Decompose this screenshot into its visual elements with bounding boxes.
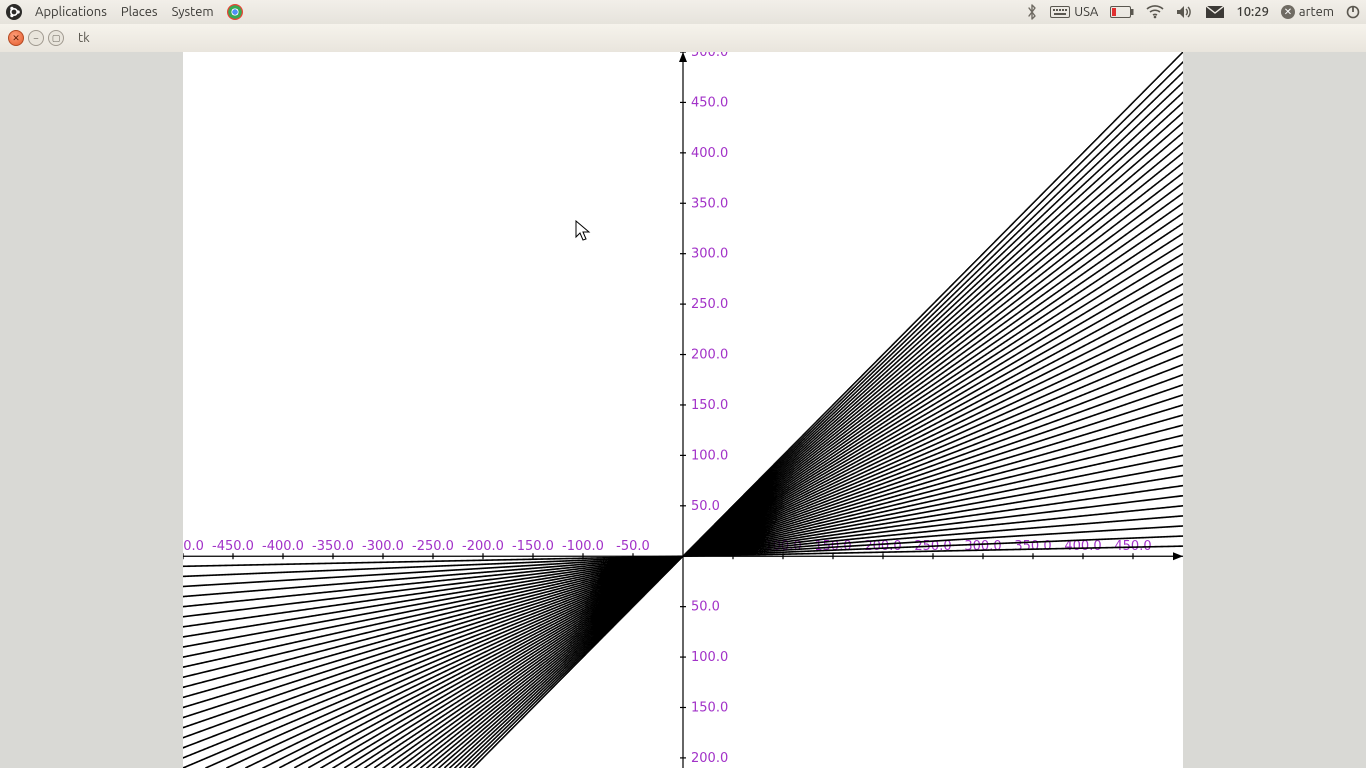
- svg-text:500.0: 500.0: [691, 52, 728, 60]
- wifi-icon[interactable]: [1146, 5, 1164, 19]
- svg-text:-200.0: -200.0: [462, 539, 504, 554]
- chrome-icon[interactable]: [221, 4, 243, 20]
- svg-text:300.0: 300.0: [964, 539, 1001, 554]
- window-maximize-button[interactable]: ▢: [48, 30, 64, 46]
- menu-system[interactable]: System: [165, 5, 221, 19]
- mail-icon[interactable]: [1206, 6, 1224, 18]
- user-status-icon: ✕: [1281, 5, 1295, 19]
- window-close-button[interactable]: ✕: [8, 30, 24, 46]
- bluetooth-icon[interactable]: [1026, 4, 1038, 20]
- svg-text:-100.0: -100.0: [562, 539, 604, 554]
- svg-text:100.0: 100.0: [691, 650, 728, 665]
- svg-text:200.0: 200.0: [691, 348, 728, 363]
- user-name-label: artem: [1299, 5, 1334, 19]
- svg-text:300.0: 300.0: [691, 247, 728, 262]
- svg-text:450.0: 450.0: [691, 95, 728, 110]
- svg-text:-350.0: -350.0: [312, 539, 354, 554]
- ubuntu-logo-icon[interactable]: [6, 4, 22, 20]
- svg-text:200.0: 200.0: [691, 751, 728, 766]
- svg-text:150.0: 150.0: [691, 700, 728, 715]
- svg-text:100.0: 100.0: [691, 448, 728, 463]
- user-menu[interactable]: ✕ artem: [1281, 5, 1334, 19]
- keyboard-layout-indicator[interactable]: USA: [1050, 5, 1098, 19]
- svg-text:-150.0: -150.0: [512, 539, 554, 554]
- svg-text:400.0: 400.0: [691, 146, 728, 161]
- svg-text:-450.0: -450.0: [212, 539, 254, 554]
- svg-text:-50.0: -50.0: [616, 539, 650, 554]
- window-title: tk: [78, 31, 90, 45]
- svg-text:150.0: 150.0: [691, 398, 728, 413]
- workspace: -500.0 -450.0 -400.0 -350.0 -300.0 -250.0 -200…: [0, 52, 1366, 768]
- battery-icon[interactable]: [1110, 6, 1134, 18]
- window-minimize-button[interactable]: –: [28, 30, 44, 46]
- svg-text:50.0: 50.0: [691, 600, 720, 615]
- window-titlebar[interactable]: ✕ – ▢ tk: [0, 24, 1366, 53]
- clock[interactable]: 10:29: [1236, 5, 1269, 19]
- top-panel: Applications Places System USA 10:29 ✕ a…: [0, 0, 1366, 25]
- svg-text:-500.0: -500.0: [183, 539, 204, 554]
- svg-text:-250.0: -250.0: [412, 539, 454, 554]
- svg-text:-400.0: -400.0: [262, 539, 304, 554]
- menu-places[interactable]: Places: [114, 5, 165, 19]
- svg-text:250.0: 250.0: [691, 297, 728, 312]
- svg-text:50.0: 50.0: [691, 499, 720, 514]
- svg-text:350.0: 350.0: [691, 196, 728, 211]
- keyboard-layout-label: USA: [1074, 5, 1098, 19]
- plot-canvas[interactable]: -500.0 -450.0 -400.0 -350.0 -300.0 -250.0 -200…: [183, 52, 1183, 768]
- power-icon[interactable]: [1346, 5, 1360, 19]
- volume-icon[interactable]: [1176, 5, 1194, 19]
- menu-applications[interactable]: Applications: [28, 5, 114, 19]
- svg-text:-300.0: -300.0: [362, 539, 404, 554]
